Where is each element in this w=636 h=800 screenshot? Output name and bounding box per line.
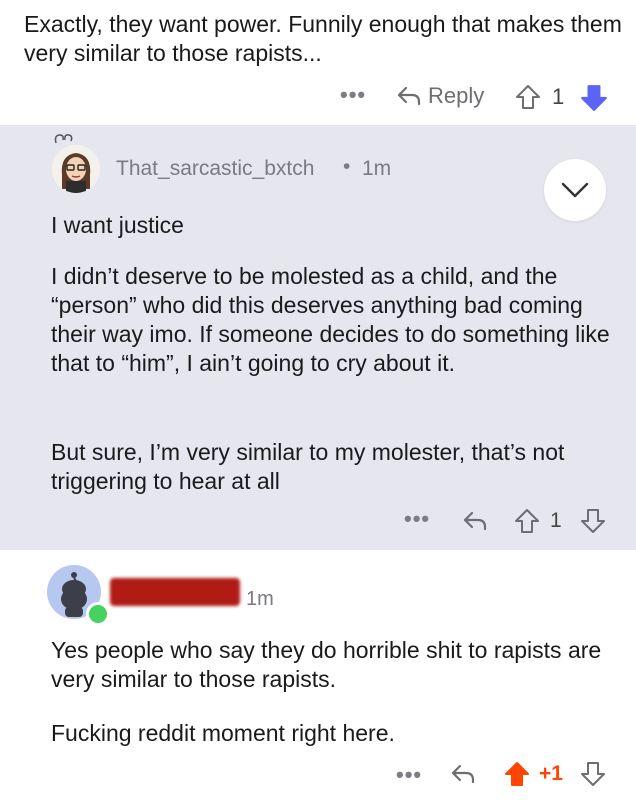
online-status-dot [86,602,110,626]
meta-separator: • [343,155,351,178]
comment-paragraph: But sure, I’m very similar to my moleste… [51,439,565,494]
comment-paragraph: Fucking reddit moment right here. [51,720,395,746]
username[interactable]: That_sarcastic_bxtch [116,157,314,181]
highlighted-comment: That_sarcastic_bxtch • 1m I want justice… [0,125,636,550]
reply-button[interactable]: Reply [396,80,484,112]
upvote-icon[interactable] [514,508,540,534]
reply-icon [397,86,421,106]
comment-paragraph: I didn’t deserve to be molested as a chi… [51,263,610,376]
vote-score: +1 [539,762,563,785]
downvote-icon[interactable] [580,84,608,112]
downvote-icon[interactable] [580,508,606,534]
top-comment-body: Exactly, they want power. Funnily enough… [24,11,622,66]
more-options-button[interactable]: ••• [404,506,430,532]
vote-score: 1 [550,509,562,532]
reply-label: Reply [428,83,485,108]
user-avatar-icon [52,145,100,193]
bottom-comment: 1m Yes people who say they do horrible s… [0,550,636,800]
avatar[interactable] [52,145,100,193]
redacted-username [110,578,240,606]
top-comment-actions: ••• Reply 1 [0,78,636,118]
reply-icon[interactable] [450,763,476,785]
more-options-button[interactable]: ••• [396,762,422,788]
curl-decoration-icon [54,134,73,144]
reply-icon[interactable] [462,510,488,532]
comment-time: 1m [246,588,274,610]
comment-paragraph: I want justice [51,212,184,238]
downvote-icon[interactable] [580,761,606,787]
upvote-icon[interactable] [515,84,541,110]
comment-paragraph: Yes people who say they do horrible shit… [51,637,602,692]
more-options-button[interactable]: ••• [340,82,366,108]
chevron-down-icon [561,182,589,198]
comment-time: 1m [362,157,392,180]
upvote-icon[interactable] [504,760,530,788]
vote-score: 1 [552,84,565,109]
